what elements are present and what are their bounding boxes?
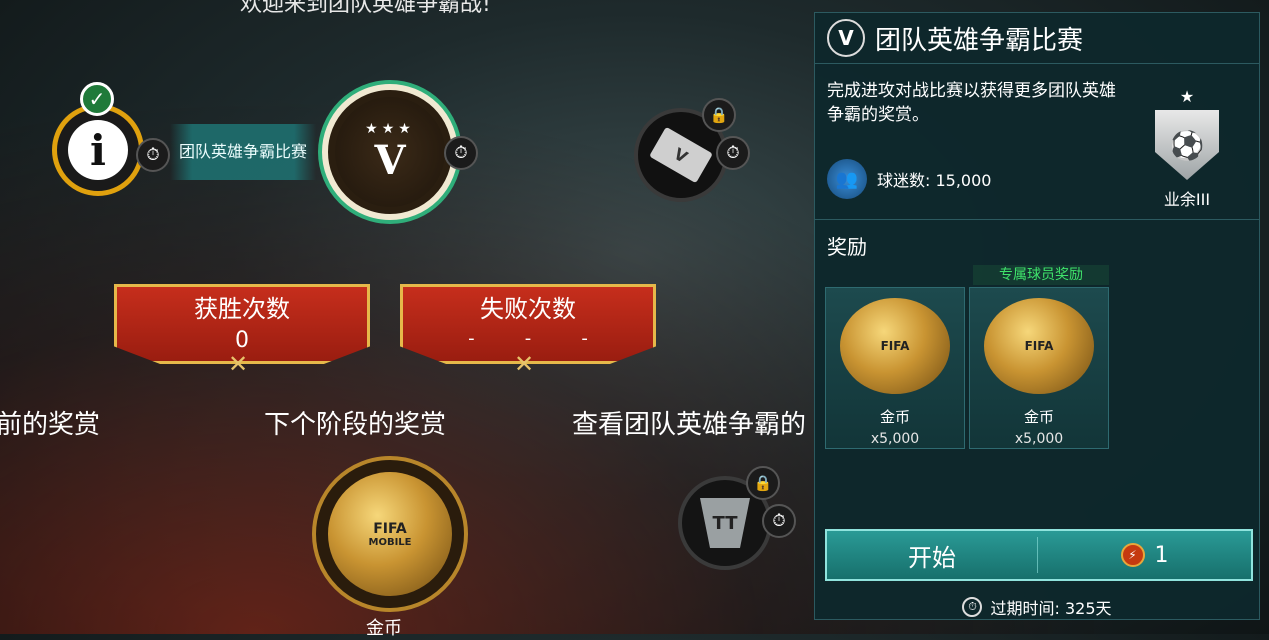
reward-quantity: x5,000 xyxy=(870,431,920,447)
loss-slot: - xyxy=(581,328,588,349)
stopwatch-icon: ⏱ xyxy=(444,136,478,170)
stopwatch-icon: ⏱ xyxy=(136,138,170,172)
shield-player-icon: ⚽ xyxy=(1155,110,1219,180)
crossed-swords-icon: ✕ xyxy=(228,350,249,378)
next-reward-name: 金币 xyxy=(366,618,402,639)
coins-icon: FIFA xyxy=(984,298,1094,394)
expiry-label: 过期时间: 325天 xyxy=(990,599,1112,618)
info-icon: i xyxy=(68,120,128,180)
info-node[interactable]: i xyxy=(52,104,144,196)
fans-icon: 👥 xyxy=(827,159,867,199)
losses-label: 失败次数 xyxy=(480,295,576,323)
crossed-swords-icon: ✕ xyxy=(514,350,535,378)
tt-crest-icon: TT xyxy=(700,498,750,548)
stopwatch-icon: ⏱ xyxy=(762,504,796,538)
stopwatch-icon: ⏱ xyxy=(962,597,983,617)
panel-description: 完成进攻对战比赛以获得更多团队英雄争霸的奖赏。 xyxy=(827,81,1116,125)
checkmark-icon: ✓ xyxy=(80,82,114,116)
panel-title: 团队英雄争霸比赛 xyxy=(875,25,1084,56)
fans-label: 球迷数: 15,000 xyxy=(877,171,992,190)
exclusive-reward-tag: 专属球员奖励 xyxy=(973,265,1109,285)
event-node-current[interactable]: ★★★ V xyxy=(322,84,458,220)
view-rewards-label: 查看团队英雄争霸的 xyxy=(572,410,807,440)
event-label: 团队英雄争霸比赛 xyxy=(170,124,316,180)
start-label: 开始 xyxy=(908,543,956,572)
coins-icon: FIFA xyxy=(840,298,950,394)
start-button[interactable]: 开始 ⚡ 1 xyxy=(825,529,1253,581)
button-divider xyxy=(1037,537,1038,573)
loss-slot: - xyxy=(468,328,475,349)
reward-name: 金币 xyxy=(1023,408,1054,426)
reward-quantity: x5,000 xyxy=(1014,431,1064,447)
lock-icon: 🔒 xyxy=(702,98,736,132)
expiry-info: ⏱ 过期时间: 325天 xyxy=(815,595,1259,619)
event-detail-panel: V 团队英雄争霸比赛 完成进攻对战比赛以获得更多团队英雄争霸的奖赏。 ★ ⚽ 业… xyxy=(814,12,1260,620)
lock-icon: 🔒 xyxy=(746,466,780,500)
fans-count: 👥 球迷数: 15,000 xyxy=(827,159,991,199)
loss-slot: - xyxy=(524,328,532,349)
cost-value: 1 xyxy=(1154,542,1169,568)
reward-card[interactable]: FIFA 金币 x5,000 xyxy=(825,287,965,449)
welcome-title: 欢迎来到团队英雄争霸战! xyxy=(240,0,491,17)
v-laurel-icon: ★★★ V xyxy=(335,97,445,207)
panel-header: V 团队英雄争霸比赛 xyxy=(815,13,1259,64)
rewards-title: 奖励 xyxy=(827,235,867,259)
energy-token-icon: ⚡ xyxy=(1120,543,1145,567)
ticket-icon: V xyxy=(649,126,713,184)
stopwatch-icon: ⏱ xyxy=(716,136,750,170)
next-reward-node[interactable]: FIFA MOBILE xyxy=(312,456,468,612)
reward-name: 金币 xyxy=(879,408,910,426)
wins-label: 获胜次数 xyxy=(194,295,290,323)
entry-cost: ⚡ 1 xyxy=(1038,543,1251,568)
rank-badge: ★ ⚽ 业余III xyxy=(1145,87,1229,210)
current-rewards-label: 前的奖赏 xyxy=(0,410,101,440)
v-laurel-icon: V xyxy=(827,19,865,57)
rank-star-icon: ★ xyxy=(1179,87,1195,106)
rank-name: 业余III xyxy=(1163,190,1211,209)
reward-card[interactable]: FIFA 金币 x5,000 xyxy=(969,287,1109,449)
next-stage-rewards-label: 下个阶段的奖赏 xyxy=(264,410,447,440)
divider xyxy=(815,219,1259,220)
coins-icon: FIFA MOBILE xyxy=(328,472,452,596)
